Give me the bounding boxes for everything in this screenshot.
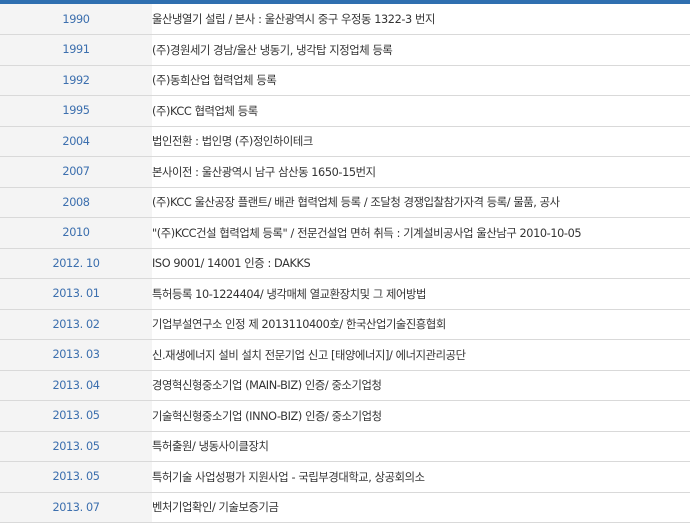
history-event: 특허기술 사업성평가 지원사업 - 국립부경대학교, 상공회의소 <box>152 461 690 493</box>
history-year: 2013. 05 <box>0 400 152 432</box>
history-year: 1991 <box>0 34 152 66</box>
history-event: (주)경원세기 경남/울산 냉동기, 냉각탑 지정업체 등록 <box>152 34 690 66</box>
table-row: 2004 법인전환 : 법인명 (주)정인하이테크 <box>0 126 690 157</box>
table-row: 2012. 10 ISO 9001/ 14001 인증 : DAKKS <box>0 248 690 279</box>
history-year: 2013. 02 <box>0 309 152 340</box>
history-year: 1990 <box>0 4 152 35</box>
table-row: 2013. 05 특허출원/ 냉동사이클장치 <box>0 431 690 462</box>
history-event: 벤처기업확인/ 기술보증기금 <box>152 492 690 523</box>
history-year: 2013. 03 <box>0 339 152 371</box>
company-history-table: 1990 울산냉열기 설립 / 본사 : 울산광역시 중구 우정동 1322-3 … <box>0 4 690 523</box>
history-event: (주)KCC 울산공장 플랜트/ 배관 협력업체 등록 / 조달청 경쟁입찰참가… <box>152 187 690 218</box>
table-row: 2013. 02 기업부설연구소 인정 제 2013110400호/ 한국산업기술… <box>0 309 690 340</box>
history-event: (주)KCC 협력업체 등록 <box>152 95 690 127</box>
table-row: 1995 (주)KCC 협력업체 등록 <box>0 95 690 127</box>
table-row: 2013. 01 특허등록 10-1224404/ 냉각매체 열교환장치및 그 제… <box>0 278 690 310</box>
table-row: 2013. 04 경영혁신형중소기업 (MAIN-BIZ) 인증/ 중소기업청 <box>0 370 690 401</box>
table-row: 2013. 07 벤처기업확인/ 기술보증기금 <box>0 492 690 523</box>
table-row: 1991 (주)경원세기 경남/울산 냉동기, 냉각탑 지정업체 등록 <box>0 34 690 66</box>
history-event: 기술혁신형중소기업 (INNO-BIZ) 인증/ 중소기업청 <box>152 400 690 432</box>
history-event: 기업부설연구소 인정 제 2013110400호/ 한국산업기술진흥협회 <box>152 309 690 340</box>
history-event: 경영혁신형중소기업 (MAIN-BIZ) 인증/ 중소기업청 <box>152 370 690 401</box>
table-row: 1992 (주)동희산업 협력업체 등록 <box>0 65 690 96</box>
table-row: 1990 울산냉열기 설립 / 본사 : 울산광역시 중구 우정동 1322-3 … <box>0 4 690 35</box>
history-event: 특허등록 10-1224404/ 냉각매체 열교환장치및 그 제어방법 <box>152 278 690 310</box>
table-row: 2008 (주)KCC 울산공장 플랜트/ 배관 협력업체 등록 / 조달청 경쟁… <box>0 187 690 218</box>
history-year: 2012. 10 <box>0 248 152 279</box>
history-year: 2010 <box>0 217 152 249</box>
history-event: "(주)KCC건설 협력업체 등록" / 전문건설업 면허 취득 : 기계설비공… <box>152 217 690 249</box>
history-year: 2013. 04 <box>0 370 152 401</box>
history-year: 2013. 01 <box>0 278 152 310</box>
history-year: 2008 <box>0 187 152 218</box>
table-row: 2010 "(주)KCC건설 협력업체 등록" / 전문건설업 면허 취득 : 기… <box>0 217 690 249</box>
history-event: 신.재생에너지 설비 설치 전문기업 신고 [태양에너지]/ 에너지관리공단 <box>152 339 690 371</box>
table-row: 2013. 05 기술혁신형중소기업 (INNO-BIZ) 인증/ 중소기업청 <box>0 400 690 432</box>
history-rows: 1990 울산냉열기 설립 / 본사 : 울산광역시 중구 우정동 1322-3 … <box>0 4 690 523</box>
history-event: 법인전환 : 법인명 (주)정인하이테크 <box>152 126 690 157</box>
history-year: 2013. 05 <box>0 461 152 493</box>
history-year: 2007 <box>0 156 152 188</box>
history-year: 2013. 05 <box>0 431 152 462</box>
table-row: 2013. 05 특허기술 사업성평가 지원사업 - 국립부경대학교, 상공회의소 <box>0 461 690 493</box>
table-row: 2013. 03 신.재생에너지 설비 설치 전문기업 신고 [태양에너지]/ 에… <box>0 339 690 371</box>
history-event: 특허출원/ 냉동사이클장치 <box>152 431 690 462</box>
history-event: (주)동희산업 협력업체 등록 <box>152 65 690 96</box>
history-year: 1992 <box>0 65 152 96</box>
history-year: 1995 <box>0 95 152 127</box>
history-event: ISO 9001/ 14001 인증 : DAKKS <box>152 248 690 279</box>
history-year: 2004 <box>0 126 152 157</box>
table-row: 2007 본사이전 : 울산광역시 남구 삼산동 1650-15번지 <box>0 156 690 188</box>
history-event: 본사이전 : 울산광역시 남구 삼산동 1650-15번지 <box>152 156 690 188</box>
history-event: 울산냉열기 설립 / 본사 : 울산광역시 중구 우정동 1322-3 번지 <box>152 4 690 35</box>
history-year: 2013. 07 <box>0 492 152 523</box>
